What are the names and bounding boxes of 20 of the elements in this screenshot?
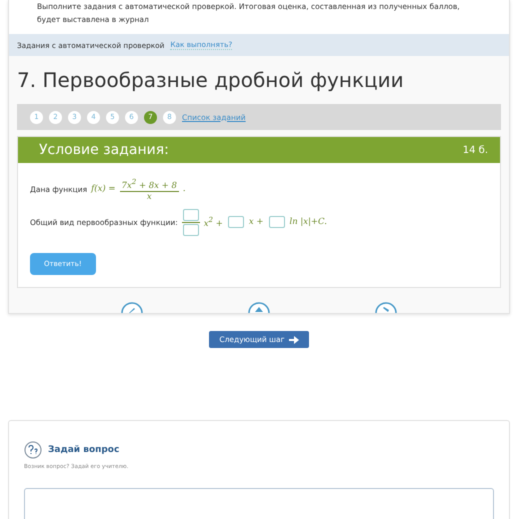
answer-input[interactable] bbox=[268, 216, 285, 228]
question-icon bbox=[24, 441, 42, 459]
task-header-title: Условие задания: bbox=[39, 142, 169, 158]
task-points: 14 б. bbox=[462, 144, 488, 156]
up-arrow-icon[interactable] bbox=[246, 301, 271, 313]
answer-input[interactable] bbox=[228, 216, 244, 228]
function-name: f(x) = bbox=[91, 184, 116, 194]
math-term: ln |x|+C. bbox=[290, 217, 327, 228]
math-term: x$^{2}$ + bbox=[204, 215, 223, 230]
page-title: 7. Первообразные дробной функции bbox=[17, 68, 405, 92]
fraction-denominator: x bbox=[146, 192, 152, 202]
denominator-input[interactable] bbox=[182, 224, 199, 236]
period-text: . bbox=[182, 184, 186, 194]
right-arrow-icon bbox=[288, 336, 299, 344]
numerator-input[interactable] bbox=[182, 208, 199, 221]
math-term: x + bbox=[248, 217, 264, 228]
question-title: Задай вопрос bbox=[48, 445, 120, 455]
fraction-numerator: 7x$^{2}$ + 8x + 8 bbox=[120, 177, 179, 192]
pencil-icon[interactable] bbox=[120, 301, 144, 313]
arrow-icon[interactable] bbox=[374, 301, 398, 313]
